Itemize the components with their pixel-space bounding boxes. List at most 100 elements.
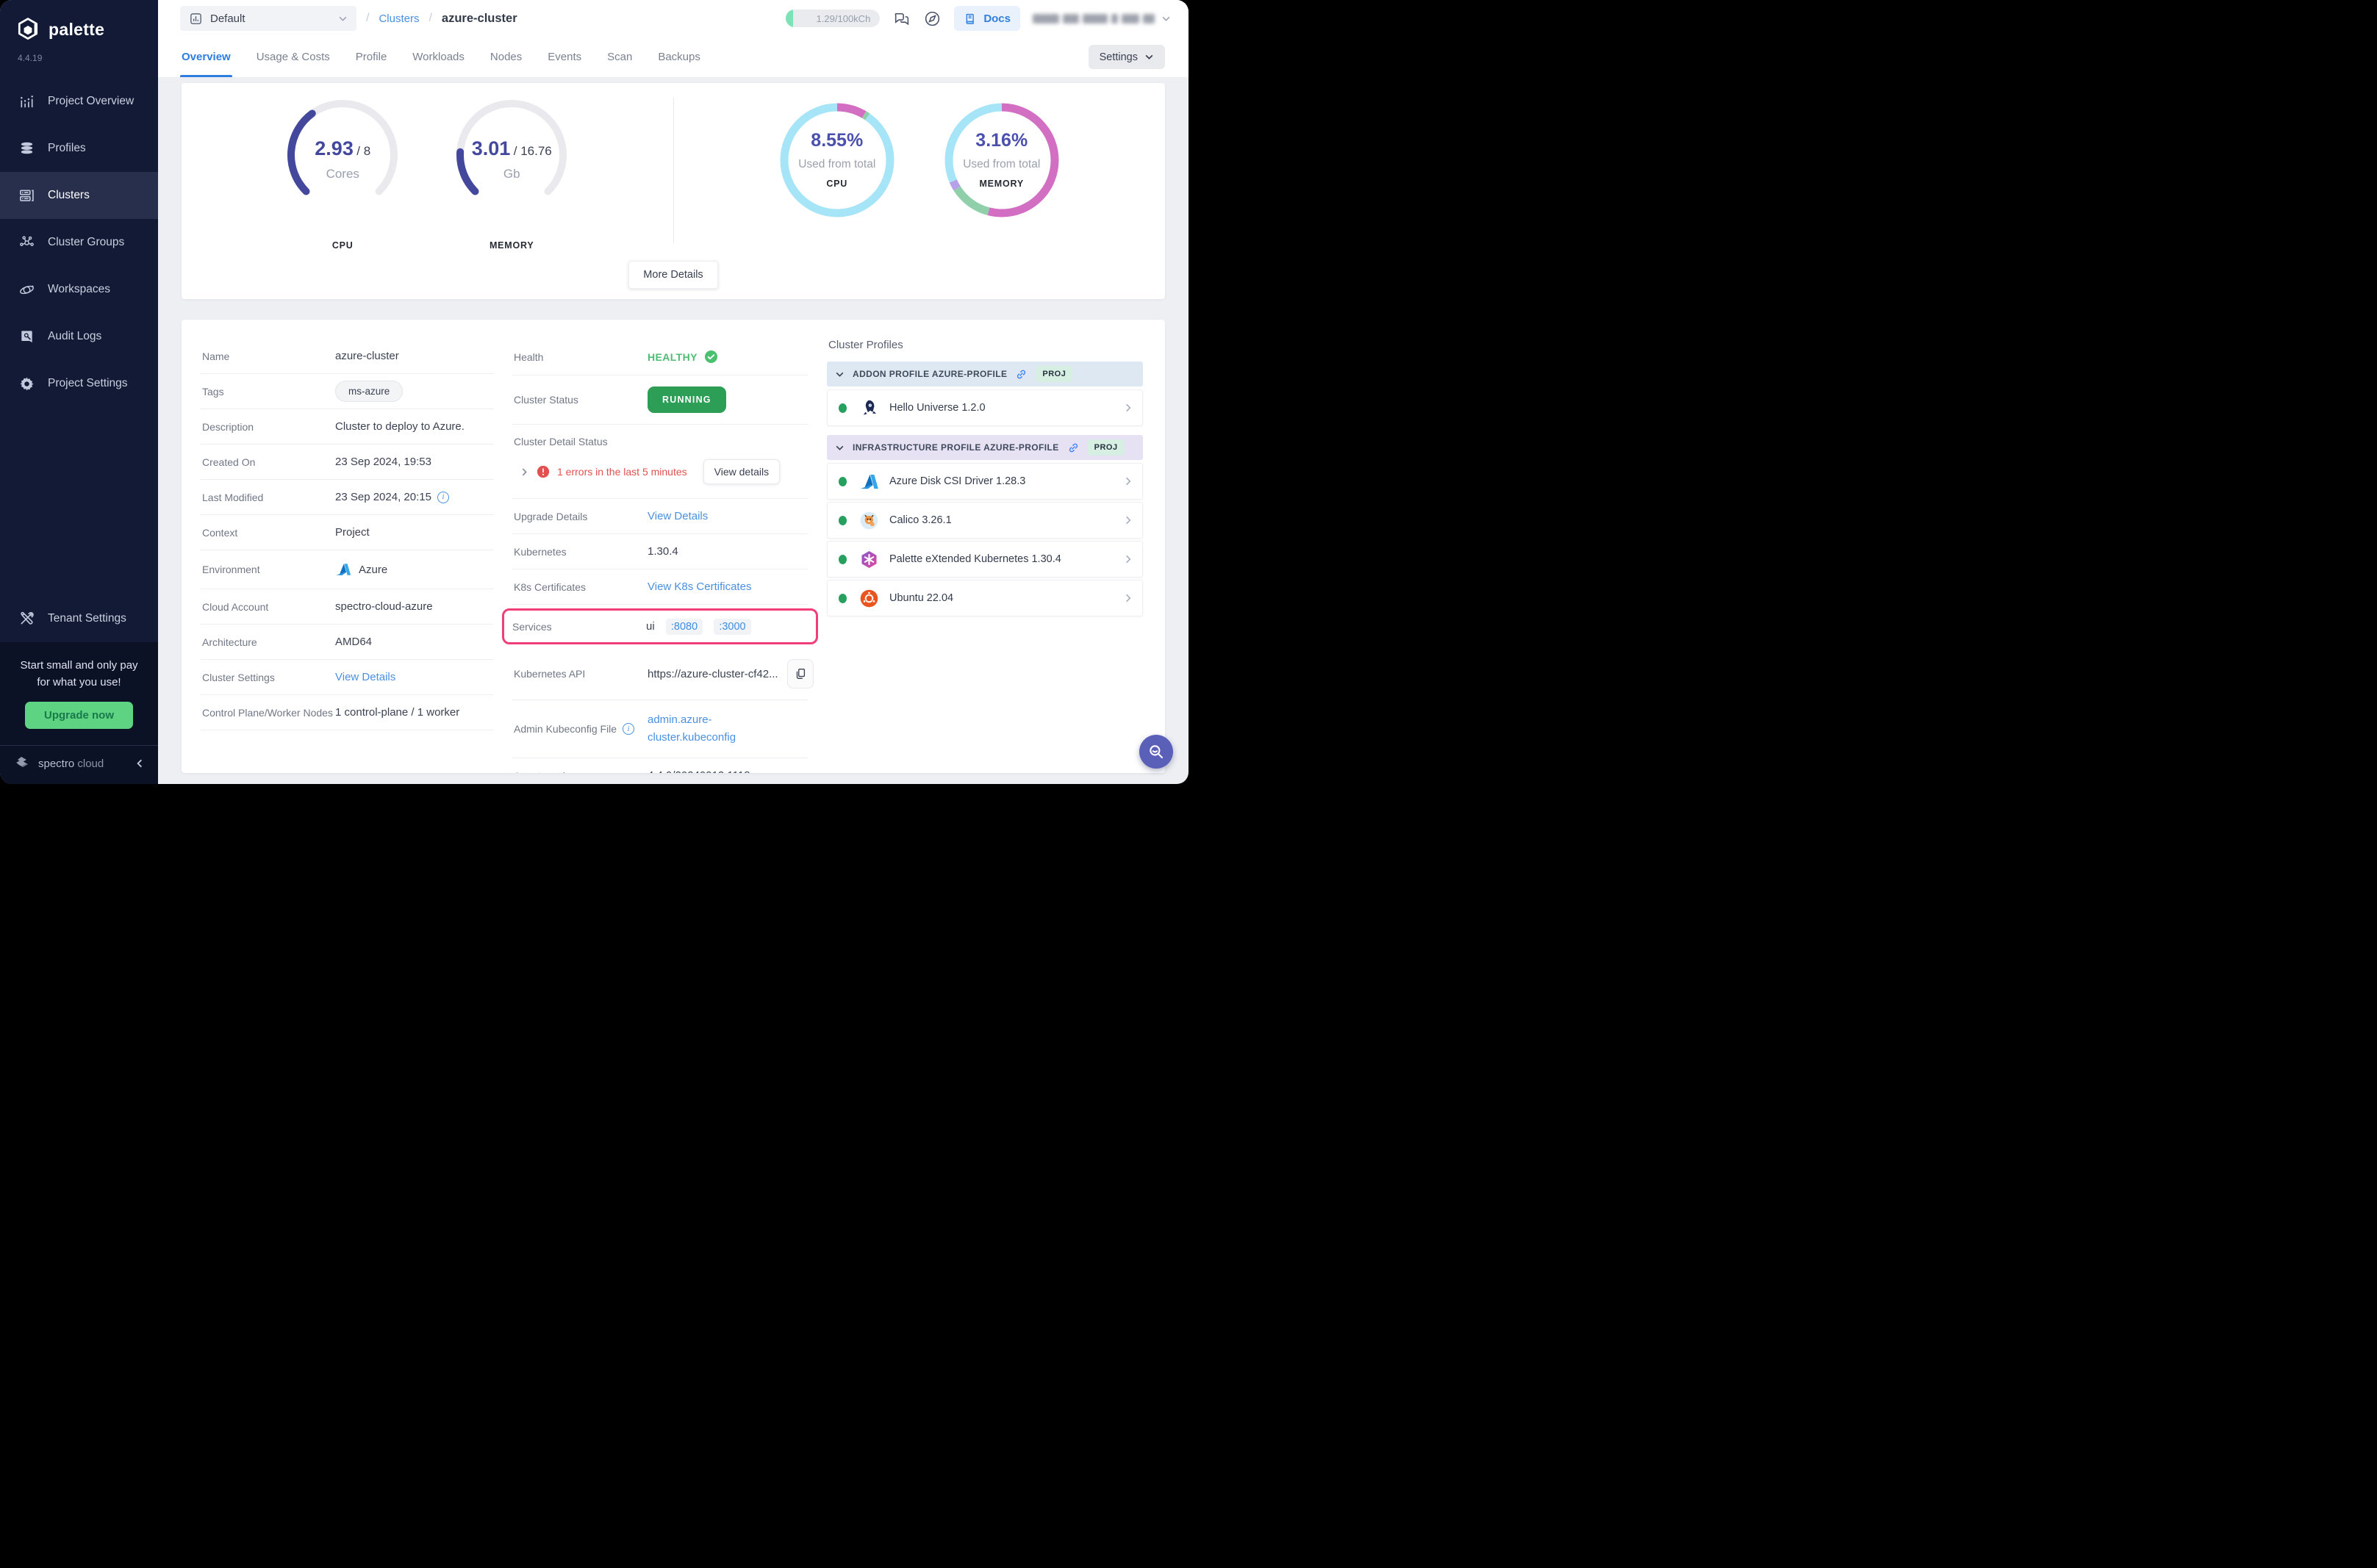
sidebar-item-workspaces[interactable]: Workspaces (0, 266, 158, 313)
tab-profile[interactable]: Profile (356, 37, 387, 77)
service-port-link[interactable]: :3000 (714, 619, 750, 635)
detail-row-cluster-status: Cluster Status RUNNING (512, 375, 808, 425)
profile-group-title: INFRASTRUCTURE PROFILE AZURE-PROFILE (853, 442, 1059, 453)
detail-row-architecture: ArchitectureAMD64 (201, 625, 493, 660)
user-account-menu[interactable] (1033, 14, 1171, 24)
detail-row-cluster-settings: Cluster SettingsView Details (201, 660, 493, 695)
detail-row-last-modified: Last Modified23 Sep 2024, 20:15 (201, 480, 493, 515)
tab-events[interactable]: Events (548, 37, 581, 77)
feedback-chat-icon[interactable] (892, 10, 911, 28)
services-row-highlighted: Services ui :8080 :3000 (502, 608, 818, 644)
detail-label: Tags (202, 386, 335, 398)
tenant-settings-tools-icon (18, 610, 35, 627)
tag-chip: ms-azure (335, 381, 403, 402)
detail-row-agent-version: Agent version 4.4.9/20240912.1118 (512, 758, 808, 773)
tab-scan[interactable]: Scan (607, 37, 632, 77)
detail-row-kubernetes-api: Kubernetes API https://azure-cluster-cf4… (512, 648, 808, 700)
copy-icon (794, 667, 807, 680)
breadcrumb-clusters-link[interactable]: Clusters (379, 12, 419, 25)
tab-overview[interactable]: Overview (182, 37, 231, 77)
detail-row-environment: EnvironmentAzure (201, 550, 493, 589)
detail-label: Context (202, 527, 335, 539)
detail-row-health: Health HEALTHY (512, 339, 808, 375)
profile-group-header-addon[interactable]: ADDON PROFILE AZURE-PROFILE PROJ (827, 362, 1143, 386)
profile-group-header-infrastructure[interactable]: INFRASTRUCTURE PROFILE AZURE-PROFILE PRO… (827, 435, 1143, 460)
sidebar-footer: spectro cloud (0, 745, 158, 784)
project-selector-dropdown[interactable]: Default (180, 6, 356, 31)
usage-meter-value: 1.29/100kCh (817, 13, 871, 24)
profile-layer-azure-disk-csi-driver-1-28-3[interactable]: Azure Disk CSI Driver 1.28.3 (827, 463, 1143, 500)
upgrade-now-button[interactable]: Upgrade now (25, 702, 133, 729)
detail-value: AMD64 (335, 636, 372, 648)
azure-logo-icon (859, 472, 879, 492)
docs-button[interactable]: Docs (954, 6, 1020, 31)
upgrade-details-link[interactable]: View Details (648, 510, 708, 522)
detail-row-admin-kubeconfig: Admin Kubeconfig File admin.azure- clust… (512, 700, 808, 758)
profile-layer-palette-extended-kubernetes-1-30-4[interactable]: Palette eXtended Kubernetes 1.30.4 (827, 541, 1143, 578)
info-icon[interactable] (437, 492, 449, 503)
view-error-details-button[interactable]: View details (703, 459, 780, 484)
tab-backups[interactable]: Backups (658, 37, 700, 77)
chevron-down-icon (1161, 14, 1171, 24)
breadcrumb-current: azure-cluster (442, 12, 517, 26)
profile-layer-ubuntu-22-04[interactable]: Ubuntu 22.04 (827, 580, 1143, 616)
detail-row-description: DescriptionCluster to deploy to Azure. (201, 409, 493, 445)
detail-row-name: Nameazure-cluster (201, 339, 493, 374)
detail-row-k8s-certificates: K8s CertificatesView K8s Certificates (512, 569, 808, 605)
detail-row-upgrade-details: Upgrade DetailsView Details (512, 499, 808, 534)
link-icon[interactable] (1015, 368, 1028, 381)
profile-layer-hello-universe-1-2-0[interactable]: Hello Universe 1.2.0 (827, 389, 1143, 426)
info-icon[interactable] (623, 723, 634, 735)
chevron-right-icon (1123, 403, 1133, 413)
sidebar-item-project-settings[interactable]: Project Settings (0, 360, 158, 407)
palette-logo-icon (15, 16, 41, 43)
tab-list: Overview Usage & Costs Profile Workloads Nod… (182, 37, 700, 77)
sidebar-collapse-chevron-icon[interactable] (135, 758, 145, 769)
profile-group-title: ADDON PROFILE AZURE-PROFILE (853, 369, 1007, 379)
detail-label: Control Plane/Worker Nodes (202, 707, 335, 719)
link-icon[interactable] (1067, 442, 1080, 454)
sidebar-item-cluster-groups[interactable]: Cluster Groups (0, 219, 158, 266)
search-fab-button[interactable] (1139, 735, 1173, 769)
brand-name: palette (49, 20, 104, 40)
chevron-right-icon (1123, 593, 1133, 603)
detail-label: K8s Certificates (514, 581, 648, 593)
brand: palette (0, 0, 158, 43)
tab-nodes[interactable]: Nodes (490, 37, 522, 77)
sidebar-item-tenant-settings[interactable]: Tenant Settings (0, 595, 158, 642)
topbar-actions: 1.29/100kCh Docs (786, 6, 1171, 31)
sidebar-item-audit-logs[interactable]: Audit Logs (0, 313, 158, 360)
service-port-link[interactable]: :8080 (666, 619, 703, 635)
spectro-cloud-logo-icon (13, 755, 31, 772)
usage-meter-fill (786, 10, 793, 27)
k8s-certificates-link[interactable]: View K8s Certificates (648, 580, 751, 593)
hello-universe-logo-icon (859, 398, 879, 418)
sidebar-item-clusters[interactable]: Clusters (0, 172, 158, 219)
usage-donuts: 8.55%Used from totalCPU 3.16%Used from t… (674, 95, 1166, 251)
chevron-right-icon (1123, 515, 1133, 525)
more-details-button[interactable]: More Details (628, 261, 717, 289)
explore-compass-icon[interactable] (923, 10, 942, 28)
cluster-info-column: Nameazure-cluster Tagsms-azure Description… (201, 339, 493, 769)
detail-value: spectro-cloud-azure (335, 600, 433, 613)
tab-usage-costs[interactable]: Usage & Costs (257, 37, 330, 77)
profile-layer-calico-3-26-1[interactable]: Calico 3.26.1 (827, 502, 1143, 539)
tab-workloads[interactable]: Workloads (412, 37, 465, 77)
settings-button[interactable]: Settings (1089, 45, 1165, 69)
detail-row-cloud-account: Cloud Accountspectro-cloud-azure (201, 589, 493, 625)
audit-logs-icon (18, 328, 35, 345)
expand-chevron-icon[interactable] (520, 467, 529, 477)
memory-donut: 3.16%Used from totalMEMORY (939, 98, 1064, 223)
detail-label: Description (202, 421, 335, 433)
chevron-down-icon (835, 370, 845, 379)
usage-meter[interactable]: 1.29/100kCh (786, 10, 880, 27)
sidebar-item-profiles[interactable]: Profiles (0, 125, 158, 172)
copy-button[interactable] (787, 659, 814, 688)
sidebar-item-project-overview[interactable]: Project Overview (0, 78, 158, 125)
memory-gauge: 3.01 / 16.76Gb MEMORY (448, 95, 575, 251)
kubeconfig-download-link[interactable]: admin.azure- cluster.kubeconfig (648, 711, 736, 747)
detail-label: Created On (202, 456, 335, 468)
view-details-link[interactable]: View Details (335, 671, 395, 683)
detail-label: Last Modified (202, 492, 335, 503)
sidebar-item-label: Audit Logs (48, 330, 101, 343)
